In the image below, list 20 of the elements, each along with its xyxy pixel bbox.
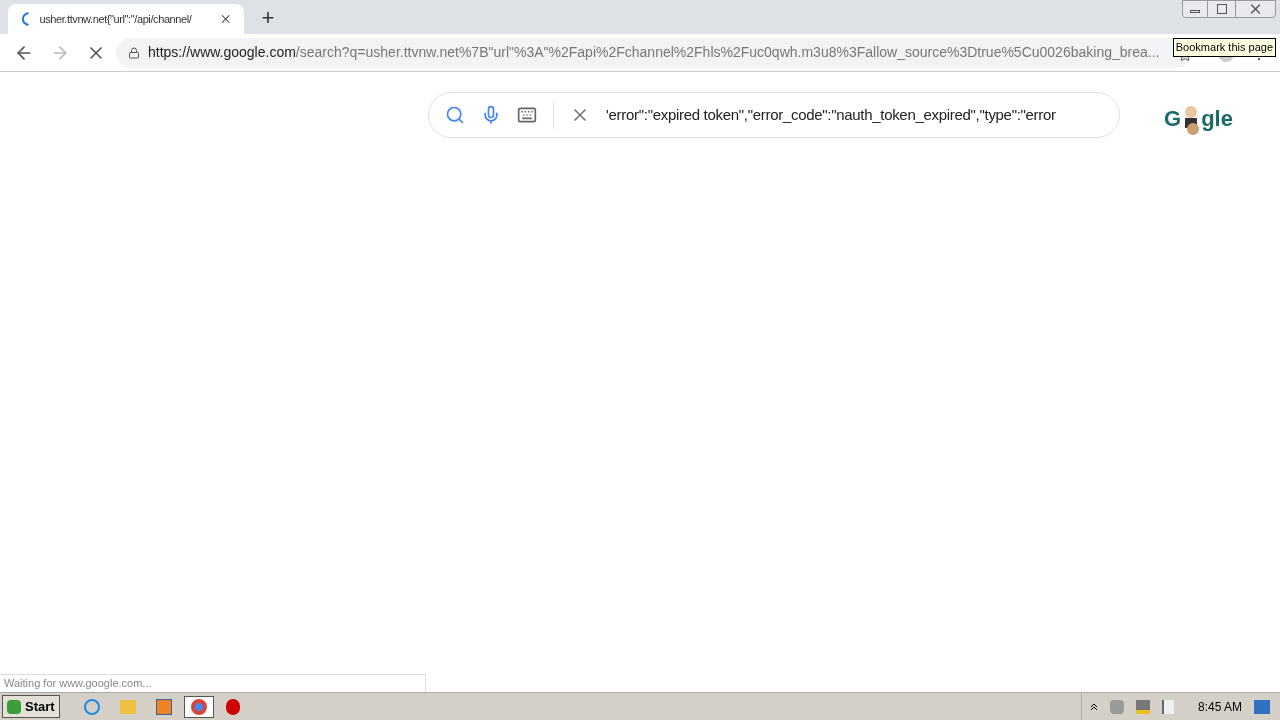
logo-letters: gle <box>1201 105 1233 133</box>
start-button[interactable]: Start <box>2 695 60 718</box>
new-tab-button[interactable]: + <box>256 6 280 30</box>
media-player-icon[interactable] <box>155 698 172 715</box>
chrome-icon[interactable] <box>183 695 214 718</box>
chevron-up-icon[interactable] <box>1089 702 1098 711</box>
url-text: https://www.google.com/search?q=usher.ttvnw.net%7B"url"%3A"%2Fapi%2Fchannel%2Fhls%2Fuc0qwh.m3u8%3Fallow_source%3Dtrue%5Cu0026baking_brea... <box>148 43 1160 62</box>
status-text: Waiting for www.google.com... <box>4 676 152 692</box>
desktop-icon[interactable] <box>1254 699 1270 714</box>
tab-title: usher.ttvnw.net{"url":"/api/channel/ <box>39 11 193 27</box>
loading-icon <box>20 12 32 26</box>
clock[interactable]: 8:45 AM <box>1197 697 1242 716</box>
lock-icon <box>128 46 140 59</box>
search-icon[interactable] <box>445 105 465 125</box>
search-query: 'error":"expired token","error_code":"nauth_token_expired","type":"error <box>606 104 1057 125</box>
logo-letter: G <box>1164 105 1182 133</box>
tooltip: Bookmark this page <box>1172 38 1276 57</box>
microphone-icon[interactable] <box>481 105 501 125</box>
browser-tab[interactable]: usher.ttvnw.net{"url":"/api/channel/ <box>8 4 244 34</box>
keyboard-icon[interactable] <box>517 105 537 125</box>
